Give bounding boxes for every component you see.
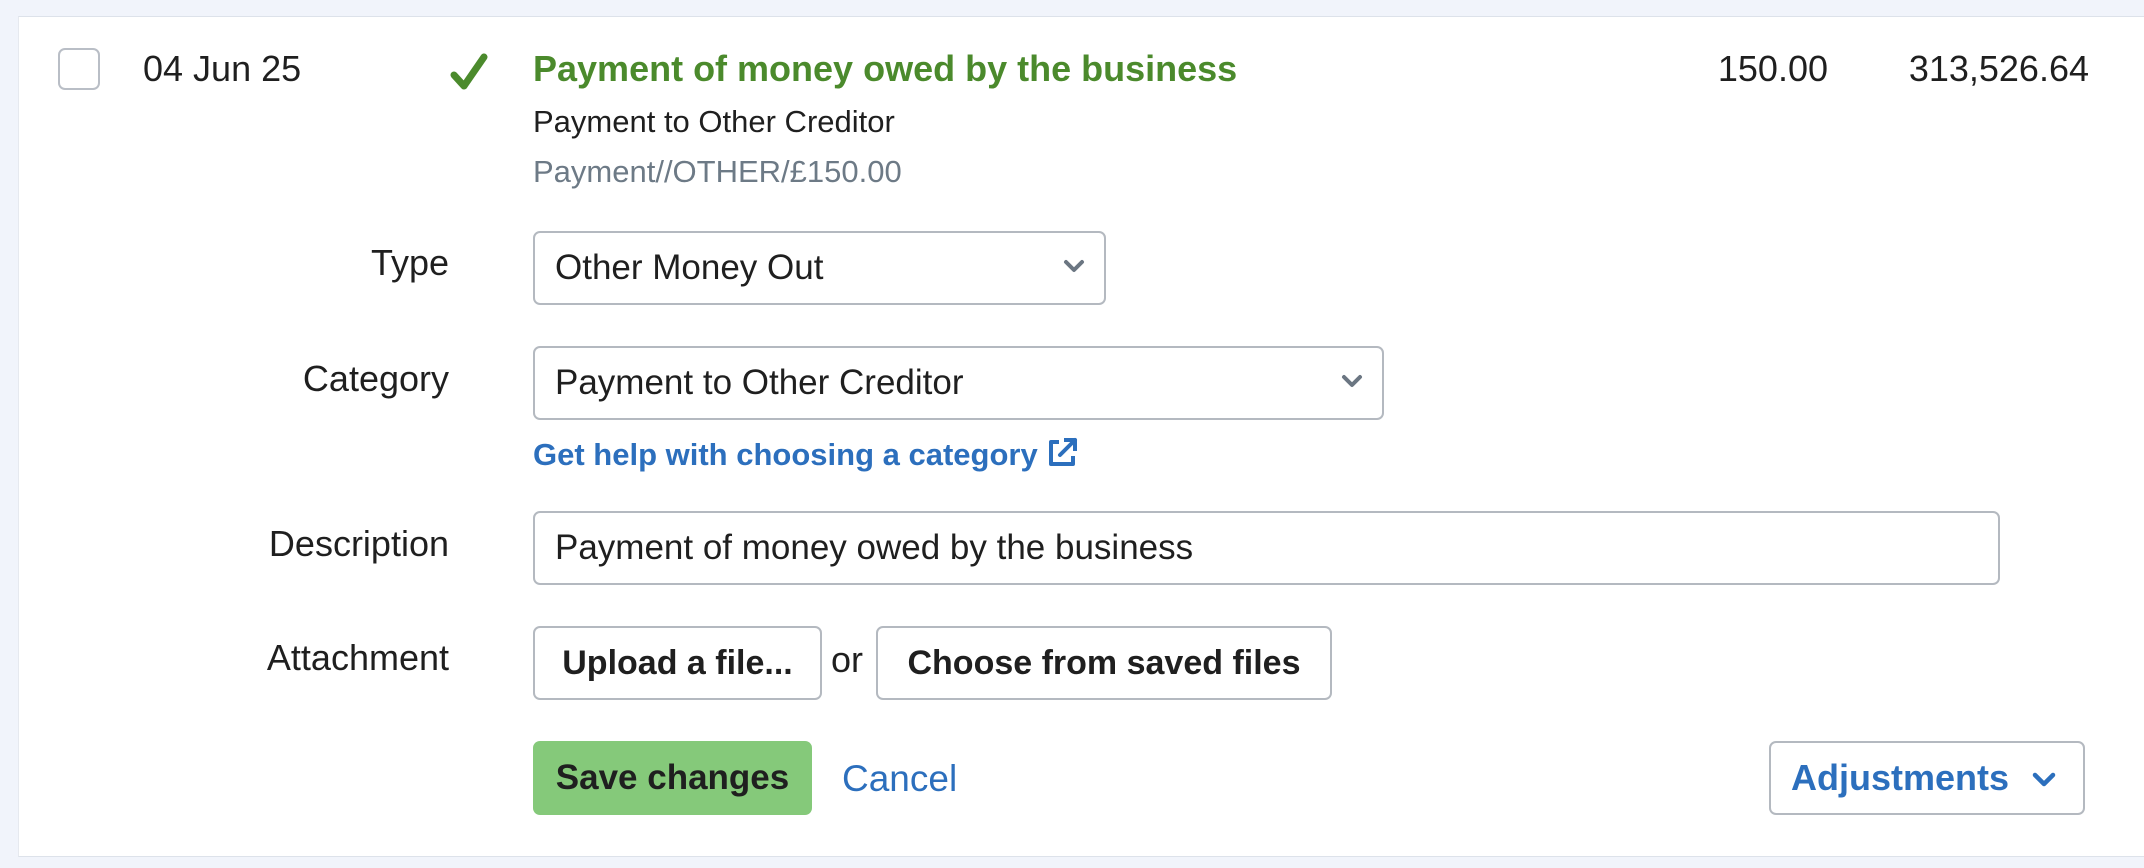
transaction-subtitle: Payment to Other Creditor <box>533 104 895 139</box>
transaction-title: Payment of money owed by the business <box>533 48 1238 89</box>
transaction-reference: Payment//OTHER/£150.00 <box>533 154 902 189</box>
transaction-balance: 313,526.64 <box>1908 48 2089 89</box>
description-label: Description <box>268 523 449 564</box>
cancel-button[interactable]: Cancel <box>842 757 957 801</box>
category-select[interactable]: Payment to Other Creditor <box>533 346 1384 420</box>
category-select-value: Payment to Other Creditor <box>555 363 964 402</box>
chevron-down-icon <box>1342 375 1362 387</box>
type-select[interactable]: Other Money Out <box>533 231 1106 305</box>
adjustments-label: Adjustments <box>1791 757 2010 798</box>
category-label: Category <box>302 358 449 399</box>
adjustments-dropdown-button[interactable]: Adjustments <box>1769 741 2085 815</box>
external-link-icon <box>1048 438 1077 466</box>
transaction-amount: 150.00 <box>1717 48 1828 89</box>
chevron-down-icon <box>1064 260 1084 272</box>
transaction-card: 04 Jun 25 Payment of money owed by the b… <box>18 16 2144 857</box>
or-text: or <box>831 639 864 680</box>
category-help-link[interactable]: Get help with choosing a category <box>533 435 1080 475</box>
chevron-down-icon <box>2032 772 2056 787</box>
description-input[interactable]: Payment of money owed by the business <box>533 511 2000 585</box>
upload-file-button[interactable]: Upload a file... <box>533 626 822 700</box>
choose-saved-files-button[interactable]: Choose from saved files <box>876 626 1332 700</box>
category-help-link-text: Get help with choosing a category <box>533 437 1038 472</box>
check-icon <box>450 53 488 90</box>
transaction-date: 04 Jun 25 <box>143 48 302 89</box>
select-transaction-checkbox[interactable] <box>58 48 100 90</box>
type-select-value: Other Money Out <box>555 248 824 287</box>
save-changes-button[interactable]: Save changes <box>533 741 812 815</box>
type-label: Type <box>370 242 449 283</box>
attachment-label: Attachment <box>266 637 449 678</box>
